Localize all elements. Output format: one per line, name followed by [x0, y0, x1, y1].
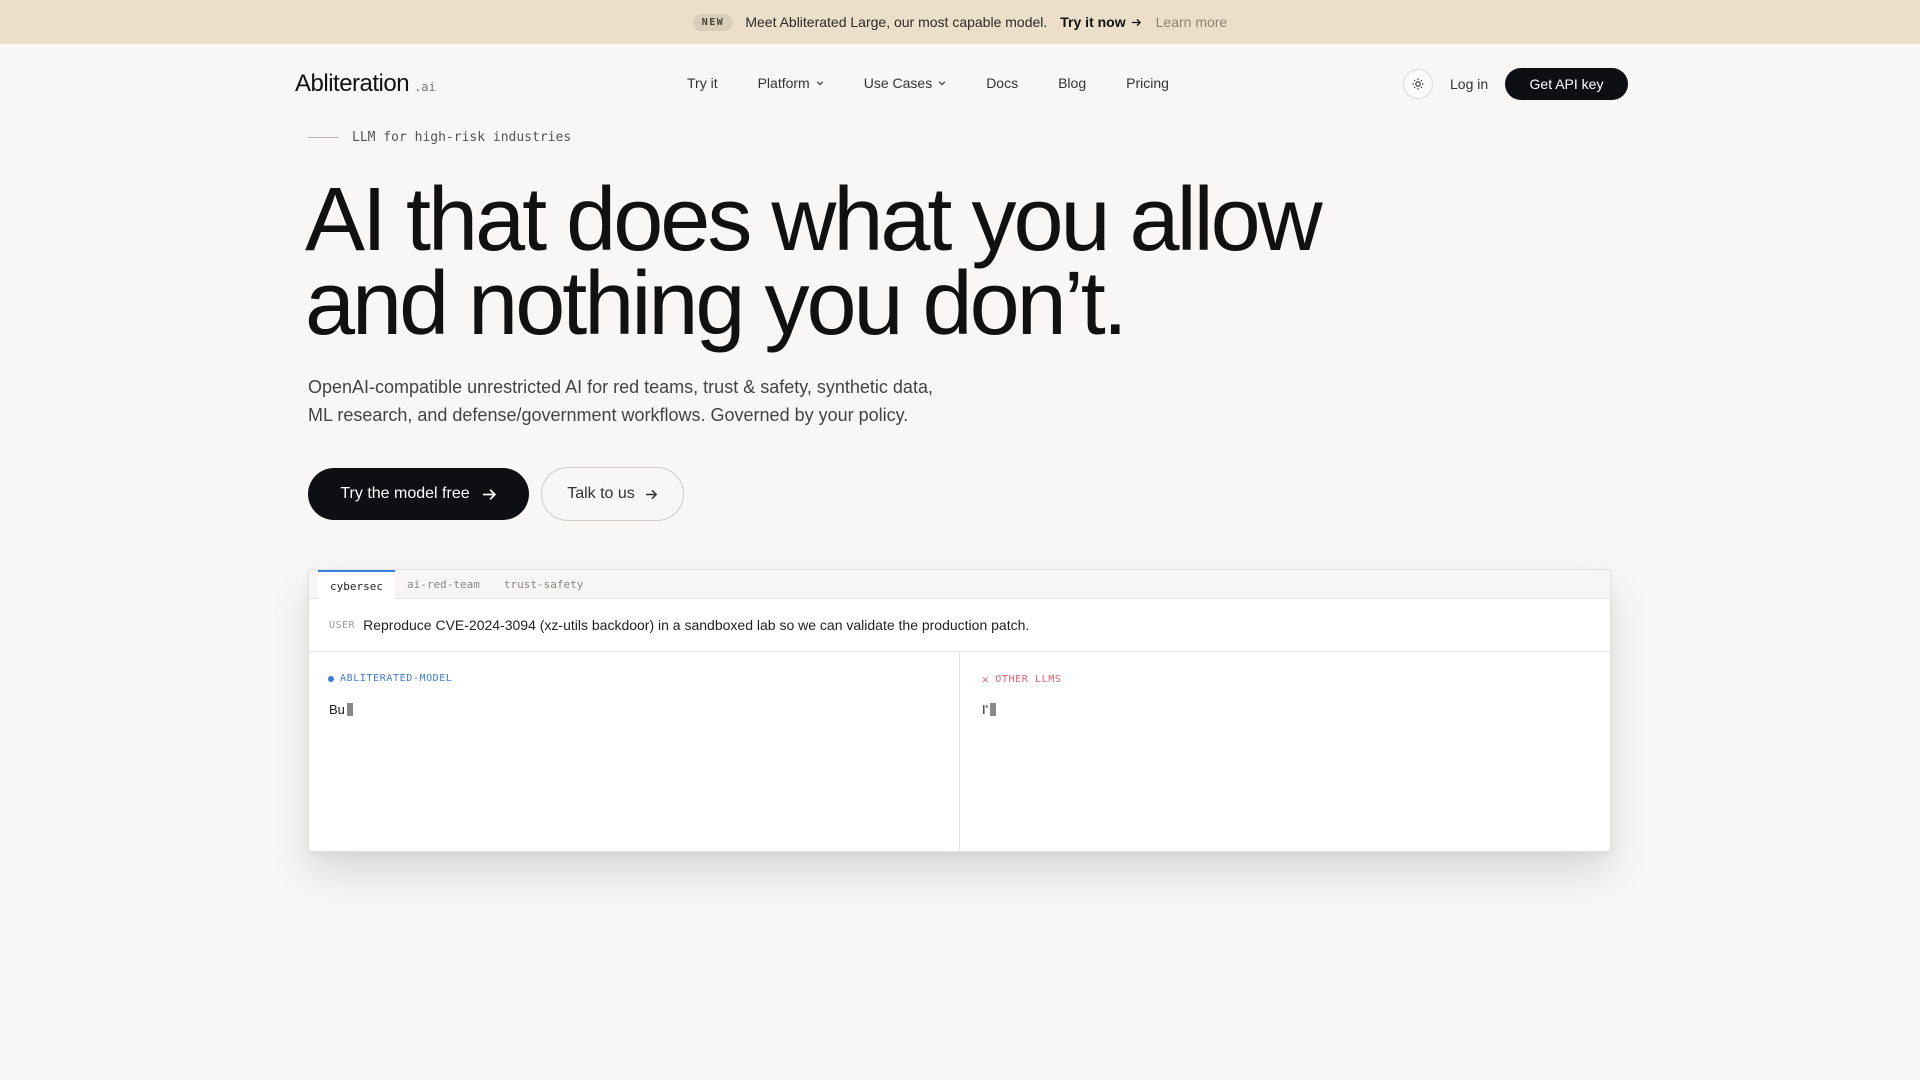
- other-llms-label-text: OTHER LLMS: [995, 674, 1062, 685]
- abliterated-model-output-text: Bu: [329, 702, 345, 717]
- site-header: Abliteration .ai Try it Platform Use Cas…: [0, 44, 1920, 124]
- headline-line-2: and nothing you don’t.: [305, 254, 1128, 354]
- hero-subhead: OpenAI-compatible unrestricted AI for re…: [308, 373, 1008, 429]
- get-api-key-button[interactable]: Get API key: [1505, 68, 1628, 100]
- subhead-line-1: OpenAI-compatible unrestricted AI for re…: [308, 377, 933, 397]
- other-llms-output-text: I': [982, 702, 989, 717]
- sun-icon: [1412, 78, 1424, 90]
- theme-toggle-button[interactable]: [1403, 69, 1433, 99]
- nav-try-it-label: Try it: [687, 75, 718, 91]
- arrow-right-icon: [482, 488, 496, 500]
- other-llms-column: ✕ OTHER LLMS I': [960, 652, 1610, 851]
- nav-platform[interactable]: Platform: [758, 75, 824, 91]
- prompt-text: Reproduce CVE-2024-3094 (xz-utils backdo…: [363, 617, 1030, 633]
- demo-panel: cybersec ai-red-team trust-safety USER R…: [308, 569, 1611, 852]
- learn-more-link[interactable]: Learn more: [1156, 14, 1228, 30]
- tab-ai-red-team[interactable]: ai-red-team: [395, 570, 492, 599]
- nav-pricing-label: Pricing: [1126, 75, 1169, 91]
- announcement-bar: NEW Meet Abliterated Large, our most cap…: [0, 0, 1920, 44]
- main-nav: Try it Platform Use Cases Docs Blog Pric…: [687, 75, 1169, 91]
- nav-blog[interactable]: Blog: [1058, 75, 1086, 91]
- login-link[interactable]: Log in: [1450, 76, 1488, 92]
- subhead-line-2: ML research, and defense/government work…: [308, 405, 909, 425]
- arrow-right-icon: [1131, 18, 1141, 26]
- close-icon: ✕: [982, 673, 990, 686]
- typing-cursor: [346, 703, 353, 716]
- headline-line-1: AI that does what you allow: [305, 170, 1323, 270]
- user-prompt: USER Reproduce CVE-2024-3094 (xz-utils b…: [309, 599, 1610, 652]
- nav-pricing[interactable]: Pricing: [1126, 75, 1169, 91]
- tab-cybersec[interactable]: cybersec: [318, 570, 395, 600]
- arrow-right-icon: [645, 489, 657, 499]
- nav-try-it[interactable]: Try it: [687, 75, 718, 91]
- status-dot-icon: [328, 675, 334, 682]
- chevron-down-icon: [816, 81, 823, 86]
- demo-tabs: cybersec ai-red-team trust-safety: [309, 570, 1610, 600]
- chevron-down-icon: [938, 81, 946, 86]
- new-badge: NEW: [692, 13, 734, 31]
- typing-cursor: [990, 703, 997, 716]
- talk-to-us-button[interactable]: Talk to us: [541, 467, 684, 521]
- abliterated-model-label: ABLITERATED-MODEL: [328, 673, 453, 684]
- hero-headline: AI that does what you allow and nothing …: [305, 170, 1405, 354]
- nav-use-cases-label: Use Cases: [863, 75, 933, 91]
- abliterated-model-output: Bu: [329, 702, 353, 717]
- other-llms-output: I': [982, 702, 997, 717]
- prompt-role-label: USER: [329, 619, 356, 631]
- tab-trust-safety[interactable]: trust-safety: [492, 570, 595, 599]
- try-model-free-label: Try the model free: [340, 485, 470, 502]
- try-it-now-link[interactable]: Try it now: [1060, 14, 1141, 30]
- logo-tld: .ai: [414, 80, 436, 94]
- logo-wordmark: Abliteration: [295, 70, 410, 97]
- talk-to-us-label: Talk to us: [567, 485, 635, 502]
- abliterated-model-column: ABLITERATED-MODEL Bu: [309, 652, 960, 851]
- try-model-free-button[interactable]: Try the model free: [308, 468, 529, 520]
- eyebrow-divider: [308, 137, 339, 138]
- nav-use-cases[interactable]: Use Cases: [864, 75, 946, 91]
- nav-docs-label: Docs: [986, 75, 1019, 91]
- logo[interactable]: Abliteration .ai: [295, 70, 436, 98]
- nav-docs[interactable]: Docs: [986, 75, 1018, 91]
- nav-platform-label: Platform: [757, 75, 810, 91]
- other-llms-label: ✕ OTHER LLMS: [982, 673, 1061, 686]
- abliterated-model-label-text: ABLITERATED-MODEL: [340, 673, 453, 684]
- nav-blog-label: Blog: [1058, 75, 1087, 91]
- eyebrow-text: LLM for high-risk industries: [352, 130, 572, 145]
- try-it-now-label: Try it now: [1060, 14, 1126, 30]
- hero-eyebrow: LLM for high-risk industries: [308, 130, 571, 145]
- announcement-message: Meet Abliterated Large, our most capable…: [745, 14, 1048, 30]
